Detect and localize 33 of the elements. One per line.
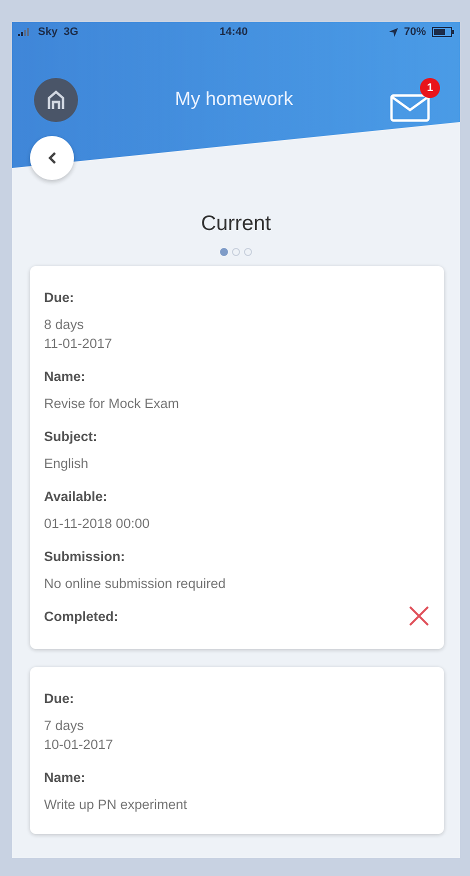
field-label: Name: <box>44 770 86 785</box>
field-value: 11-01-2017 <box>44 336 114 351</box>
field-label: Due: <box>44 290 75 305</box>
field-value: Revise for Mock Exam <box>44 396 180 411</box>
battery-icon <box>432 27 454 37</box>
home-icon <box>47 90 65 110</box>
mail-icon <box>390 94 430 122</box>
page-dot[interactable] <box>232 248 240 256</box>
field-value: 10-01-2017 <box>44 737 114 752</box>
field-label: Available: <box>44 489 108 504</box>
field-label: Completed: <box>44 608 118 624</box>
field-value: 7 days <box>44 718 85 733</box>
field-value: 8 days <box>44 317 85 332</box>
field-label: Name: <box>44 369 86 384</box>
mail-button[interactable]: 1 <box>390 78 440 122</box>
back-chevron-icon <box>47 151 57 165</box>
field-value: English <box>44 456 90 471</box>
signal-icon <box>18 28 32 36</box>
network-type: 3G <box>64 26 78 38</box>
status-time: 14:40 <box>220 26 248 38</box>
page-dot[interactable] <box>244 248 252 256</box>
field-value: 01-11-2018 00:00 <box>44 516 151 531</box>
field-label: Due: <box>44 691 75 706</box>
location-icon <box>388 28 398 36</box>
page-title: My homework <box>174 89 294 111</box>
page-dot[interactable] <box>220 248 228 256</box>
field-label: Submission: <box>44 549 126 564</box>
field-label: Subject: <box>44 429 98 444</box>
field-value: Write up PN experiment <box>44 797 188 812</box>
section-title: Current <box>200 212 272 236</box>
battery-percent: 70% <box>404 26 426 38</box>
carrier-name: Sky <box>38 26 58 38</box>
field-value: No online submission required <box>44 576 227 591</box>
